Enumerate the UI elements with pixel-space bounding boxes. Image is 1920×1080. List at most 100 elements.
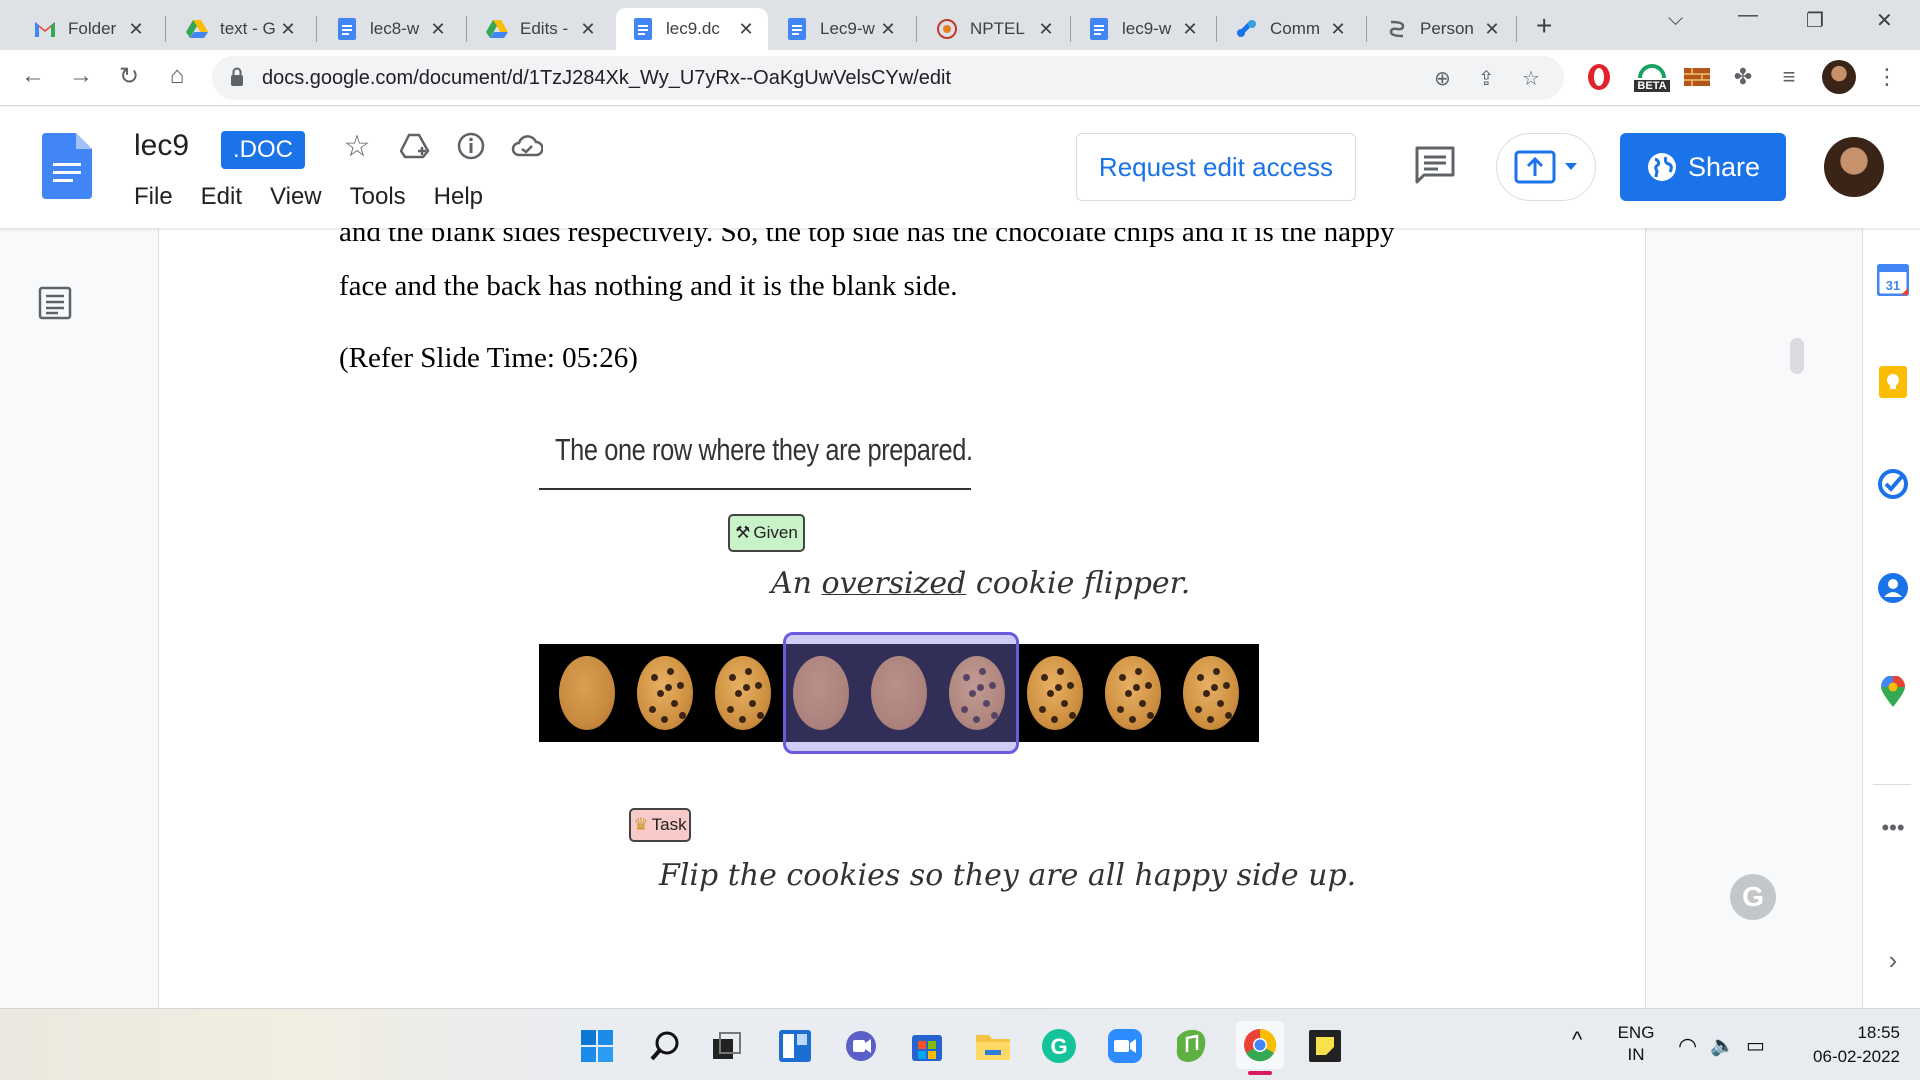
comment-history-icon[interactable] — [1414, 145, 1456, 185]
active-app-indicator — [1248, 1071, 1272, 1075]
expand-panel-chevron-icon[interactable]: › — [1877, 944, 1909, 976]
tab-comm[interactable]: Comm ✕ — [1220, 8, 1360, 50]
start-windows-icon[interactable] — [578, 1027, 616, 1065]
tab-drive-text[interactable]: text - G ✕ — [170, 8, 310, 50]
tasks-icon[interactable] — [1877, 468, 1909, 500]
close-tab-icon[interactable]: ✕ — [1328, 19, 1348, 40]
document-outline-icon[interactable] — [38, 286, 72, 320]
share-button[interactable]: Share — [1620, 133, 1786, 201]
slide-time-reference: (Refer Slide Time: 05:26) — [339, 342, 638, 374]
document-details-icon[interactable] — [454, 129, 488, 163]
opera-extension-icon[interactable] — [1584, 60, 1614, 94]
tab-search-chevron-icon[interactable]: ⌵ — [1668, 8, 1683, 31]
grammarly-taskbar-icon[interactable]: G — [1040, 1027, 1078, 1065]
more-apps-icon[interactable]: ••• — [1877, 812, 1909, 844]
zoom-app-icon[interactable] — [1106, 1027, 1144, 1065]
task-view-icon[interactable] — [708, 1027, 746, 1065]
chocolate-chip — [745, 668, 752, 675]
media-control-icon[interactable]: ≡ — [1774, 60, 1804, 94]
browser-menu-icon[interactable]: ⋮ — [1872, 60, 1902, 94]
document-page[interactable]: and the blank sides respectively. So, th… — [158, 228, 1646, 1008]
chocolate-chip — [1061, 700, 1068, 707]
tab-docs-lec9-w2[interactable]: lec9-w ✕ — [1072, 8, 1212, 50]
chrome-taskbar-icon[interactable] — [1236, 1021, 1284, 1069]
microsoft-store-icon[interactable] — [908, 1027, 946, 1065]
close-tab-icon[interactable]: ✕ — [578, 19, 598, 40]
menu-tools[interactable]: Tools — [350, 183, 406, 211]
close-tab-icon[interactable]: ✕ — [428, 19, 448, 40]
vertical-scrollbar-thumb[interactable] — [1790, 338, 1804, 374]
keep-icon[interactable] — [1877, 366, 1909, 398]
volume-icon[interactable]: 🔈 — [1710, 1033, 1735, 1058]
chocolate-chip — [1051, 716, 1058, 723]
address-bar[interactable]: docs.google.com/document/d/1TzJ284Xk_Wy_… — [212, 56, 1564, 100]
present-upload-button[interactable] — [1496, 133, 1596, 201]
close-tab-icon[interactable]: ✕ — [736, 19, 756, 40]
docs-icon — [336, 18, 358, 40]
menu-help[interactable]: Help — [434, 183, 483, 211]
brick-extension-icon[interactable] — [1682, 60, 1712, 94]
chocolate-chip — [1135, 668, 1142, 675]
file-explorer-icon[interactable] — [974, 1027, 1012, 1065]
browser-profile-avatar[interactable] — [1822, 60, 1856, 94]
bookmark-star-icon[interactable]: ☆ — [1522, 66, 1540, 91]
chocolate-chip — [727, 706, 734, 713]
tab-docs-lec9-w[interactable]: Lec9-w ✕ — [770, 8, 910, 50]
grammarly-icon[interactable]: G — [1730, 874, 1776, 920]
back-arrow-icon[interactable]: ← — [18, 62, 48, 90]
contacts-icon[interactable] — [1877, 572, 1909, 604]
request-edit-access-button[interactable]: Request edit access — [1076, 133, 1356, 201]
restore-button[interactable]: ❐ — [1806, 8, 1824, 33]
star-icon[interactable]: ☆ — [340, 129, 374, 163]
teams-chat-icon[interactable] — [842, 1027, 880, 1065]
body-text-line: and the blank sides respectively. So, th… — [339, 228, 1395, 248]
forward-arrow-icon[interactable]: → — [66, 62, 96, 90]
tab-gmail[interactable]: Folder ✕ — [18, 8, 158, 50]
search-icon[interactable] — [646, 1027, 684, 1065]
new-tab-button[interactable]: + — [1536, 10, 1552, 42]
tab-docs-lec9-active[interactable]: lec9.dc ✕ — [616, 8, 768, 50]
menu-edit[interactable]: Edit — [201, 183, 242, 211]
tab-person[interactable]: Person ✕ — [1370, 8, 1514, 50]
sticky-notes-icon[interactable] — [1306, 1027, 1344, 1065]
close-tab-icon[interactable]: ✕ — [1180, 19, 1200, 40]
close-tab-icon[interactable]: ✕ — [1482, 19, 1502, 40]
tab-nptel[interactable]: NPTEL ✕ — [920, 8, 1068, 50]
menu-file[interactable]: File — [134, 183, 173, 211]
beta-extension-icon[interactable]: BETA — [1630, 60, 1674, 94]
cloud-saved-icon[interactable] — [510, 129, 544, 163]
widgets-icon[interactable] — [776, 1027, 814, 1065]
cookie-blank-side — [559, 656, 615, 730]
account-avatar[interactable] — [1824, 137, 1884, 197]
tab-docs-lec8[interactable]: lec8-w ✕ — [320, 8, 460, 50]
battery-icon[interactable]: ▭ — [1746, 1033, 1765, 1058]
chocolate-chip — [1125, 690, 1132, 697]
clock[interactable]: 18:55 06-02-2022 — [1790, 1023, 1900, 1067]
chocolate-chip — [665, 684, 672, 691]
zoom-icon[interactable]: ⊕ — [1434, 66, 1451, 91]
reload-icon[interactable]: ↻ — [114, 62, 144, 91]
chevron-down-icon — [1565, 163, 1577, 170]
cookie-flipper-selection — [783, 632, 1019, 754]
minimize-button[interactable]: — — [1738, 4, 1758, 27]
extensions-puzzle-icon[interactable]: ✤ — [1728, 60, 1758, 94]
calendar-icon[interactable]: 31 — [1877, 264, 1909, 296]
show-hidden-icons-chevron-icon[interactable]: ^ — [1572, 1027, 1582, 1053]
close-tab-icon[interactable]: ✕ — [878, 19, 898, 40]
close-window-button[interactable]: ✕ — [1876, 8, 1893, 33]
maps-icon[interactable] — [1877, 676, 1909, 708]
document-title[interactable]: lec9 — [134, 129, 189, 163]
heading-underline — [539, 488, 971, 490]
close-tab-icon[interactable]: ✕ — [278, 19, 298, 40]
music-app-icon[interactable] — [1172, 1027, 1210, 1065]
tab-drive-edits[interactable]: Edits - ✕ — [470, 8, 610, 50]
close-tab-icon[interactable]: ✕ — [126, 19, 146, 40]
wifi-icon[interactable]: ◠ — [1678, 1033, 1697, 1059]
add-shortcut-drive-icon[interactable] — [398, 129, 432, 163]
home-icon[interactable]: ⌂ — [162, 62, 192, 90]
language-indicator[interactable]: ENG IN — [1612, 1023, 1660, 1065]
menu-view[interactable]: View — [270, 183, 322, 211]
close-tab-icon[interactable]: ✕ — [1036, 19, 1056, 40]
google-docs-logo-icon[interactable] — [42, 133, 92, 199]
share-page-icon[interactable]: ⇪ — [1478, 66, 1495, 91]
